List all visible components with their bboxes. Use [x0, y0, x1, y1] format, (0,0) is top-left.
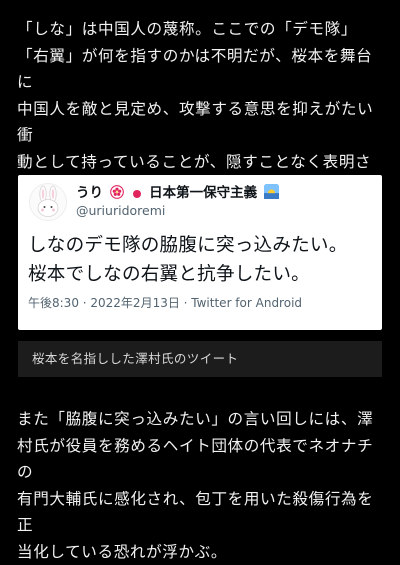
- japan-flag-icon: [132, 186, 142, 204]
- tweet-timestamp[interactable]: 午後8:30 · 2022年2月13日 · Twitter for Androi…: [28, 295, 302, 311]
- image-caption: 桜本を名指しした澤村氏のツイート: [18, 341, 382, 377]
- embedded-tweet-card[interactable]: うり 日本第一保守主義 @uriuridoremi しなのデモ隊の脇腹に突っ込み…: [18, 175, 382, 330]
- bunny-avatar-icon[interactable]: [29, 183, 67, 221]
- tweet-handle[interactable]: @uriuridoremi: [76, 203, 165, 219]
- display-name-prefix: うり: [76, 185, 103, 201]
- sunrise-emoji-icon: [263, 184, 279, 204]
- tweet-display-name[interactable]: うり 日本第一保守主義: [76, 184, 281, 204]
- display-name-suffix: 日本第一保守主義: [149, 185, 258, 201]
- sakura-badge-icon: [109, 185, 124, 204]
- tweet-text: しなのデモ隊の脇腹に突っ込みたい。 桜本でしなの右翼と抗争したい。: [28, 235, 348, 285]
- article-paragraph-2: また「脇腹に突っ込みたい」の言い回しには、澤 村氏が役員を務めるヘイト団体の代表…: [17, 410, 374, 561]
- caption-text: 桜本を名指しした澤村氏のツイート: [32, 351, 239, 366]
